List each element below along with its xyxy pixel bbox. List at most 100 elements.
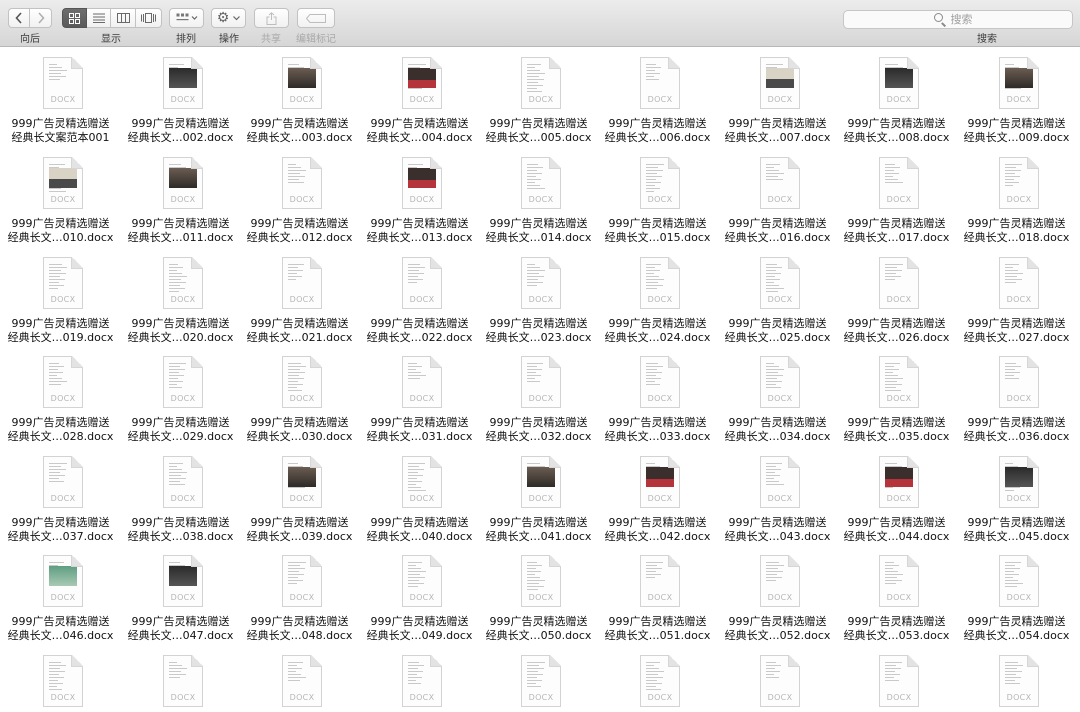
file-item[interactable]: DOCX 999广告灵精选赠送 经典长文…040.docx [360, 447, 479, 547]
file-name: 999广告灵精选赠送 经典长文…004.docx [360, 117, 479, 145]
file-item[interactable]: DOCX 999广告灵精选赠送 经典长文…052.docx [718, 546, 837, 646]
file-name: 999广告灵精选赠送 经典长文…048.docx [240, 615, 359, 643]
file-item[interactable]: DOCX 999广告灵精选赠送 经典长文…008.docx [837, 48, 956, 148]
file-item[interactable]: DOCX 999广告灵精选赠送 经典长文…045.docx [957, 447, 1076, 547]
file-item[interactable]: DOCX [718, 646, 837, 712]
file-item[interactable]: DOCX 999广告灵精选赠送 经典长文…025.docx [718, 248, 837, 348]
list-view-button[interactable] [87, 8, 111, 28]
file-item[interactable]: DOCX [957, 646, 1076, 712]
docx-file-icon: DOCX [999, 157, 1039, 209]
file-item[interactable]: DOCX 999广告灵精选赠送 经典长文…042.docx [598, 447, 717, 547]
file-name: 999广告灵精选赠送 经典长文…047.docx [121, 615, 240, 643]
file-item[interactable]: DOCX 999广告灵精选赠送 经典长文…023.docx [479, 248, 598, 348]
file-item[interactable]: DOCX 999广告灵精选赠送 经典长文…041.docx [479, 447, 598, 547]
file-item[interactable]: DOCX 999广告灵精选赠送 经典长文…009.docx [957, 48, 1076, 148]
file-item[interactable]: DOCX 999广告灵精选赠送 经典长文…053.docx [837, 546, 956, 646]
file-item[interactable]: DOCX 999广告灵精选赠送 经典长文…029.docx [121, 347, 240, 447]
file-item[interactable]: DOCX 999广告灵精选赠送 经典长文…032.docx [479, 347, 598, 447]
arrange-button[interactable] [169, 8, 204, 28]
docx-file-icon: DOCX [521, 555, 561, 607]
file-item[interactable]: DOCX 999广告灵精选赠送 经典长文…036.docx [957, 347, 1076, 447]
file-item[interactable]: DOCX 999广告灵精选赠送 经典长文…007.docx [718, 48, 837, 148]
forward-button[interactable] [30, 8, 52, 28]
share-icon [266, 11, 277, 25]
document-preview-thumbnail [169, 68, 197, 88]
docx-file-icon: DOCX [163, 157, 203, 209]
file-item[interactable]: DOCX 999广告灵精选赠送 经典长文…019.docx [1, 248, 120, 348]
file-item[interactable]: DOCX [479, 646, 598, 712]
file-item[interactable]: DOCX 999广告灵精选赠送 经典长文…038.docx [121, 447, 240, 547]
file-item[interactable]: DOCX 999广告灵精选赠送 经典长文…014.docx [479, 148, 598, 248]
file-name-line1: 999广告灵精选赠送 [967, 615, 1066, 628]
search-field[interactable] [843, 10, 1073, 29]
file-item[interactable]: DOCX 999广告灵精选赠送 经典长文…035.docx [837, 347, 956, 447]
file-item[interactable]: DOCX 999广告灵精选赠送 经典长文…030.docx [240, 347, 359, 447]
file-item[interactable]: DOCX 999广告灵精选赠送 经典长文…047.docx [121, 546, 240, 646]
document-preview-thumbnail [885, 467, 913, 487]
file-item[interactable]: DOCX 999广告灵精选赠送 经典长文…005.docx [479, 48, 598, 148]
file-item[interactable]: DOCX 999广告灵精选赠送 经典长文…044.docx [837, 447, 956, 547]
file-item[interactable]: DOCX 999广告灵精选赠送 经典长文…021.docx [240, 248, 359, 348]
file-extension-label: DOCX [409, 494, 435, 503]
file-item[interactable]: DOCX 999广告灵精选赠送 经典长文…027.docx [957, 248, 1076, 348]
file-item[interactable]: DOCX 999广告灵精选赠送 经典长文…010.docx [1, 148, 120, 248]
file-item[interactable]: DOCX [1, 646, 120, 712]
file-item[interactable]: DOCX [121, 646, 240, 712]
file-item[interactable]: DOCX 999广告灵精选赠送 经典长文…048.docx [240, 546, 359, 646]
file-item[interactable]: DOCX 999广告灵精选赠送 经典长文…046.docx [1, 546, 120, 646]
share-button[interactable] [254, 8, 289, 28]
file-item[interactable]: DOCX 999广告灵精选赠送 经典长文…011.docx [121, 148, 240, 248]
action-button[interactable]: ⚙ [211, 8, 246, 28]
file-name: 999广告灵精选赠送 经典长文…015.docx [598, 217, 717, 245]
file-item[interactable]: DOCX 999广告灵精选赠送 经典长文…015.docx [598, 148, 717, 248]
file-item[interactable]: DOCX 999广告灵精选赠送 经典长文…018.docx [957, 148, 1076, 248]
file-item[interactable]: DOCX 999广告灵精选赠送 经典长文…012.docx [240, 148, 359, 248]
file-item[interactable]: DOCX 999广告灵精选赠送 经典长文…043.docx [718, 447, 837, 547]
file-item[interactable]: DOCX 999广告灵精选赠送 经典长文…033.docx [598, 347, 717, 447]
file-item[interactable]: DOCX 999广告灵精选赠送 经典长文…003.docx [240, 48, 359, 148]
docx-file-icon: DOCX [521, 57, 561, 109]
file-name-line2: 经典长文…050.docx [485, 629, 592, 642]
file-name-line1: 999广告灵精选赠送 [847, 615, 946, 628]
file-name: 999广告灵精选赠送 经典长文…012.docx [240, 217, 359, 245]
file-item[interactable]: DOCX [240, 646, 359, 712]
back-button[interactable] [8, 8, 30, 28]
cover-flow-button[interactable] [136, 8, 162, 28]
file-name-line2: 经典长文…052.docx [724, 629, 831, 642]
file-extension-label: DOCX [528, 95, 554, 104]
edit-tags-button[interactable] [297, 8, 335, 28]
file-name-line2: 经典长文…024.docx [604, 331, 711, 344]
file-item[interactable]: DOCX [598, 646, 717, 712]
file-item[interactable]: DOCX [360, 646, 479, 712]
file-item[interactable]: DOCX 999广告灵精选赠送 经典长文…028.docx [1, 347, 120, 447]
file-item[interactable]: DOCX 999广告灵精选赠送 经典长文…031.docx [360, 347, 479, 447]
icon-view-button[interactable] [62, 8, 87, 28]
file-item[interactable]: DOCX 999广告灵精选赠送 经典长文…034.docx [718, 347, 837, 447]
file-item[interactable]: DOCX 999广告灵精选赠送 经典长文…039.docx [240, 447, 359, 547]
file-item[interactable]: DOCX 999广告灵精选赠送 经典长文…024.docx [598, 248, 717, 348]
file-item[interactable]: DOCX 999广告灵精选赠送 经典长文…037.docx [1, 447, 120, 547]
file-item[interactable]: DOCX 999广告灵精选赠送 经典长文…016.docx [718, 148, 837, 248]
file-item[interactable]: DOCX 999广告灵精选赠送 经典长文案范本001 [1, 48, 120, 148]
file-name-line1: 999广告灵精选赠送 [967, 117, 1066, 130]
file-item[interactable]: DOCX 999广告灵精选赠送 经典长文…049.docx [360, 546, 479, 646]
file-item[interactable]: DOCX 999广告灵精选赠送 经典长文…004.docx [360, 48, 479, 148]
file-item[interactable]: DOCX 999广告灵精选赠送 经典长文…026.docx [837, 248, 956, 348]
search-input[interactable] [950, 13, 983, 26]
file-item[interactable]: DOCX 999广告灵精选赠送 经典长文…022.docx [360, 248, 479, 348]
file-item[interactable]: DOCX 999广告灵精选赠送 经典长文…020.docx [121, 248, 240, 348]
file-item[interactable]: DOCX [837, 646, 956, 712]
file-item[interactable]: DOCX 999广告灵精选赠送 经典长文…054.docx [957, 546, 1076, 646]
file-item[interactable]: DOCX 999广告灵精选赠送 经典长文…050.docx [479, 546, 598, 646]
file-item[interactable]: DOCX 999广告灵精选赠送 经典长文…017.docx [837, 148, 956, 248]
file-item[interactable]: DOCX 999广告灵精选赠送 经典长文…051.docx [598, 546, 717, 646]
file-extension-label: DOCX [170, 95, 196, 104]
file-item[interactable]: DOCX 999广告灵精选赠送 经典长文…013.docx [360, 148, 479, 248]
file-item[interactable]: DOCX 999广告灵精选赠送 经典长文…002.docx [121, 48, 240, 148]
file-item[interactable]: DOCX 999广告灵精选赠送 经典长文…006.docx [598, 48, 717, 148]
file-name: 999广告灵精选赠送 经典长文…054.docx [957, 615, 1076, 643]
action-group: ⚙ [211, 8, 246, 28]
file-name-line1: 999广告灵精选赠送 [489, 416, 588, 429]
column-view-button[interactable] [111, 8, 136, 28]
file-name-line1: 999广告灵精选赠送 [967, 416, 1066, 429]
